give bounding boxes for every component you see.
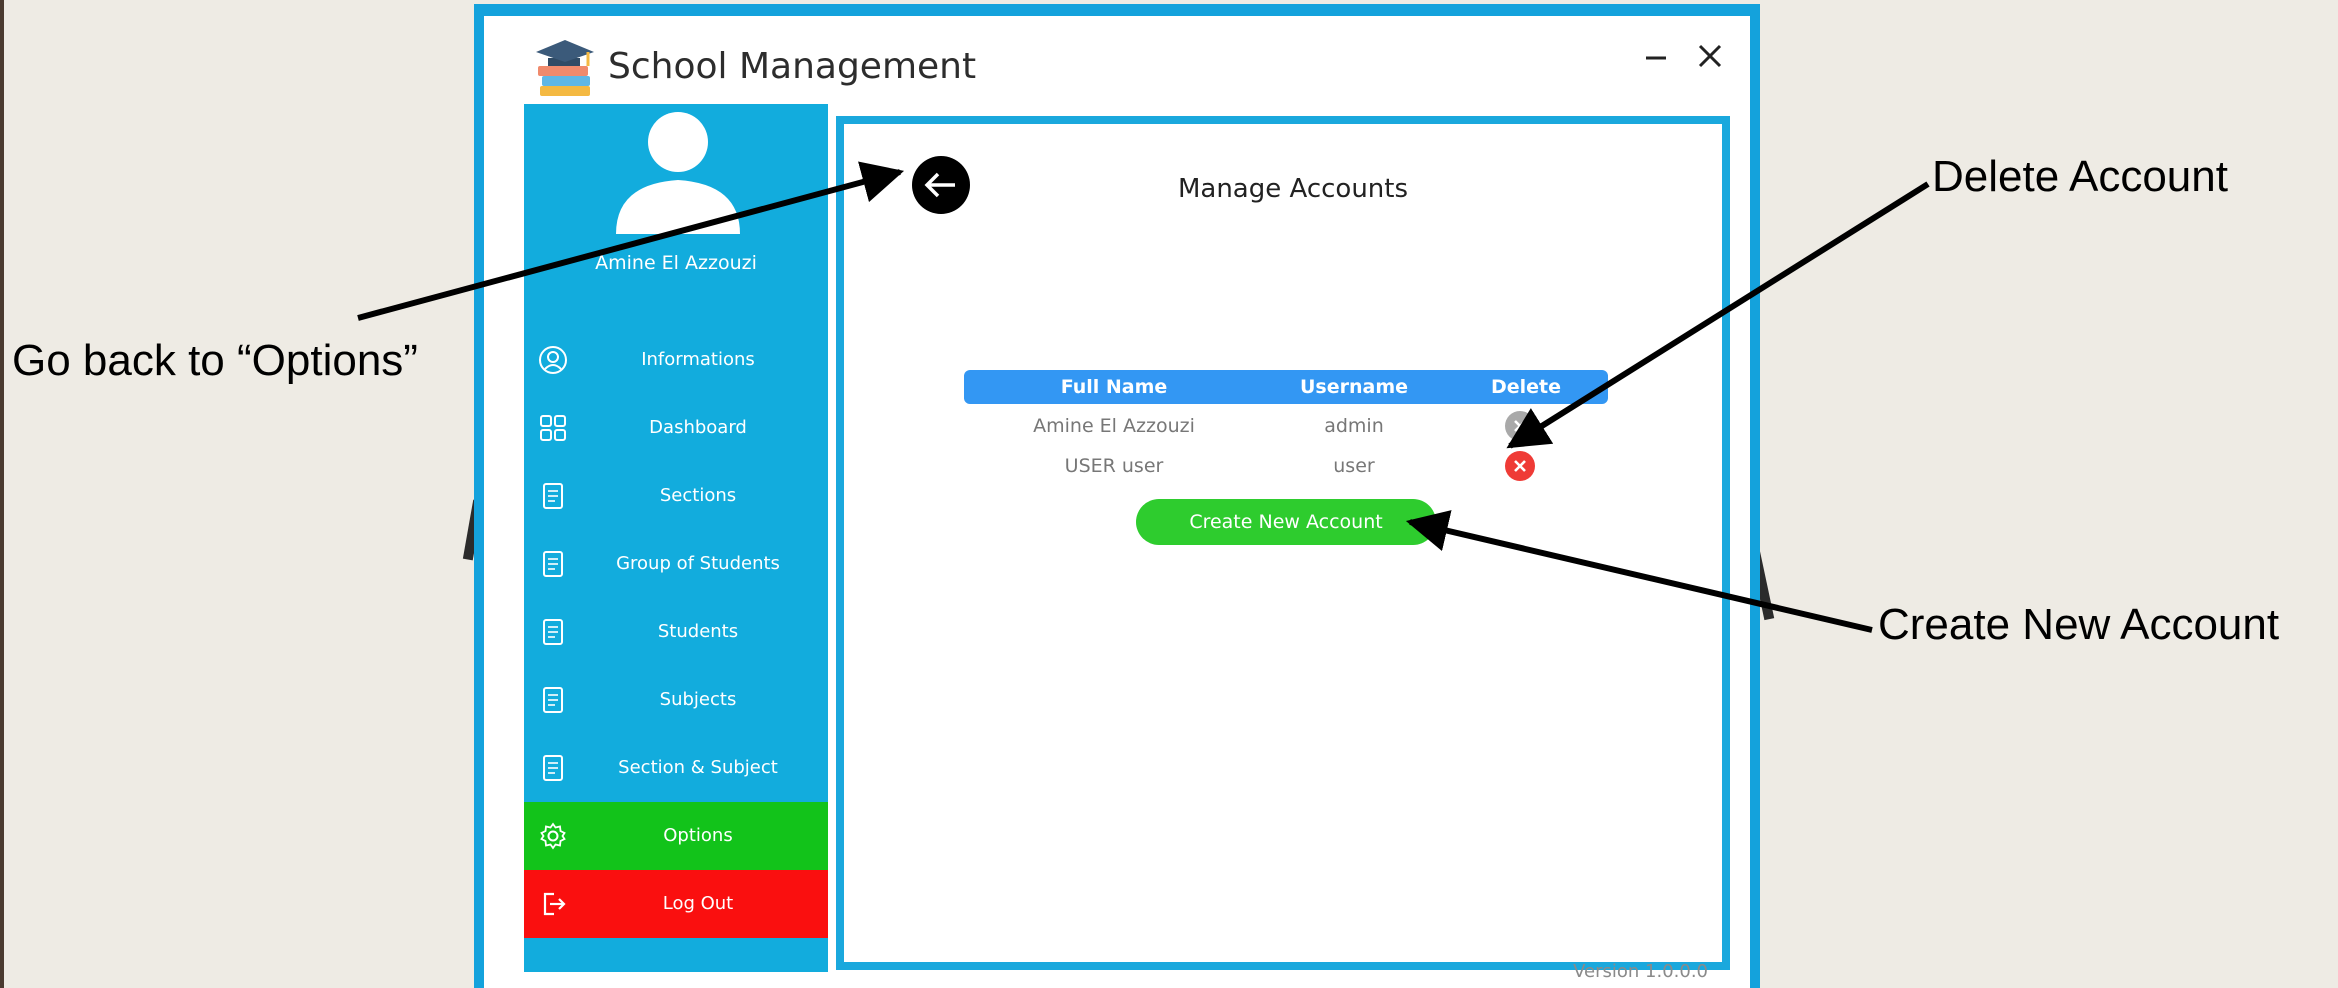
content-frame: Manage Accounts Full Name Username Delet… <box>836 116 1730 970</box>
delete-account-button[interactable] <box>1505 451 1535 481</box>
cell-username: admin <box>1324 415 1384 437</box>
callout-create-label: Create New Account <box>1878 600 2280 649</box>
user-name: Amine El Azzouzi <box>595 252 757 274</box>
sidebar-item-label: Section & Subject <box>618 757 778 778</box>
sidebar-item-label: Sections <box>659 485 737 506</box>
user-silhouette-icon <box>612 110 744 238</box>
sidebar-item-subjects[interactable]: Subjects <box>524 666 828 734</box>
delete-account-button-disabled <box>1505 411 1535 441</box>
sidebar-item-label: Log Out <box>662 893 734 914</box>
background-edge <box>0 0 4 988</box>
page-title: Manage Accounts <box>1177 174 1409 204</box>
delete-x-icon <box>1505 411 1535 441</box>
grid-icon <box>540 415 566 441</box>
column-header-delete: Delete <box>1490 376 1562 398</box>
sidebar-item-label: Subjects <box>659 689 737 710</box>
document-icon <box>543 551 563 577</box>
sidebar-item-label: Students <box>657 621 739 642</box>
user-circle-icon <box>539 346 567 374</box>
table-header: Full Name Username Delete <box>964 370 1608 404</box>
manage-accounts-panel: Manage Accounts Full Name Username Delet… <box>844 124 1722 962</box>
create-new-account-button[interactable]: Create New Account <box>1136 499 1436 545</box>
sidebar-item-label: Dashboard <box>649 417 747 438</box>
sidebar-item-label: Informations <box>641 349 755 370</box>
window-body: School Management Amine El Azzouzi Infor… <box>484 16 1750 988</box>
cell-full-name: USER user <box>1064 455 1164 477</box>
column-header-full-name: Full Name <box>1060 376 1168 398</box>
document-icon <box>543 687 563 713</box>
sidebar-item-options[interactable]: Options <box>524 802 828 870</box>
cell-full-name: Amine El Azzouzi <box>1033 415 1195 437</box>
table-row: USER user user <box>964 446 1608 486</box>
sidebar-item-label: Group of Students <box>616 553 780 574</box>
callout-back-label: Go back to “Options” <box>12 336 418 385</box>
document-icon <box>543 483 563 509</box>
delete-x-icon <box>1505 451 1535 481</box>
close-icon <box>1698 44 1722 68</box>
sidebar-item-sections[interactable]: Sections <box>524 462 828 530</box>
sidebar-item-label: Options <box>663 825 733 846</box>
document-icon <box>543 755 563 781</box>
minimize-button[interactable] <box>1634 34 1678 78</box>
sidebar-item-section-and-subject[interactable]: Section & Subject <box>524 734 828 802</box>
sidebar-item-dashboard[interactable]: Dashboard <box>524 394 828 462</box>
sidebar: Amine El Azzouzi Informations Dashboard <box>524 104 828 972</box>
app-window: School Management Amine El Azzouzi Infor… <box>474 4 1760 988</box>
sidebar-item-group-of-students[interactable]: Group of Students <box>524 530 828 598</box>
version-label: Version 1.0.0.0 <box>1573 961 1708 982</box>
callout-delete-label: Delete Account <box>1932 152 2228 201</box>
column-header-username: Username <box>1299 376 1409 398</box>
cell-username: user <box>1333 455 1375 477</box>
document-icon <box>543 619 563 645</box>
gear-icon <box>540 822 566 850</box>
sidebar-item-informations[interactable]: Informations <box>524 326 828 394</box>
sidebar-item-logout[interactable]: Log Out <box>524 870 828 938</box>
books-graduation-cap-icon <box>534 36 596 102</box>
sidebar-item-students[interactable]: Students <box>524 598 828 666</box>
minimize-icon <box>1646 56 1666 60</box>
table-row: Amine El Azzouzi admin <box>964 406 1608 446</box>
app-title: School Management <box>608 46 977 87</box>
close-button[interactable] <box>1688 34 1732 78</box>
logout-icon <box>543 892 566 916</box>
